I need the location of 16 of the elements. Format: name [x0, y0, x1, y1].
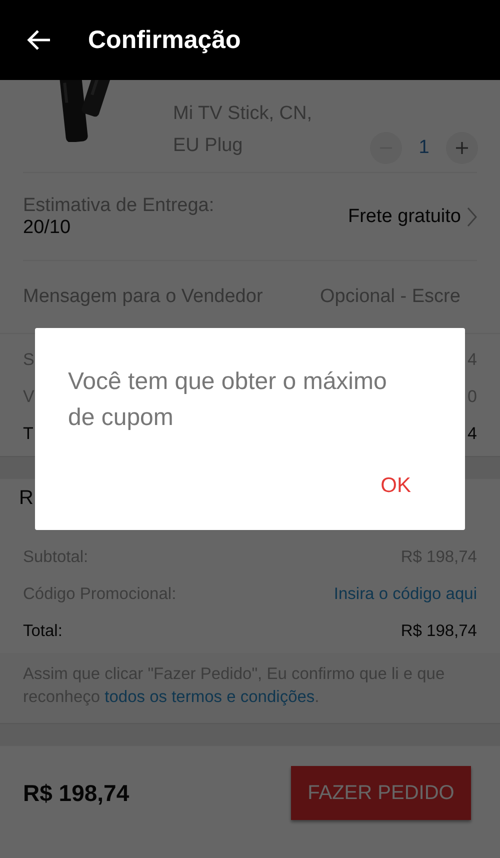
shipping-option[interactable]: Frete gratuito	[348, 206, 461, 228]
summary-label: Total:	[23, 622, 62, 640]
place-order-button[interactable]: FAZER PEDIDO	[291, 766, 471, 820]
chevron-right-icon	[467, 206, 477, 226]
delivery-date: 20/10	[23, 216, 72, 238]
section-title: R	[19, 487, 34, 510]
ok-button[interactable]: OK	[376, 470, 415, 502]
terms-link[interactable]: todos os termos e condições	[104, 688, 315, 706]
order-total: R$ 198,74	[23, 780, 130, 806]
row-label: T	[23, 424, 34, 444]
dialog-message: Você tem que obter o máximo de cupom	[68, 367, 388, 433]
row-value: 4	[468, 424, 477, 444]
screen-title: Confirmação	[88, 26, 241, 54]
promo-code-link[interactable]: Insira o código aqui	[334, 584, 477, 604]
quantity: 1	[418, 137, 430, 159]
summary-value: R$ 198,74	[400, 622, 477, 640]
